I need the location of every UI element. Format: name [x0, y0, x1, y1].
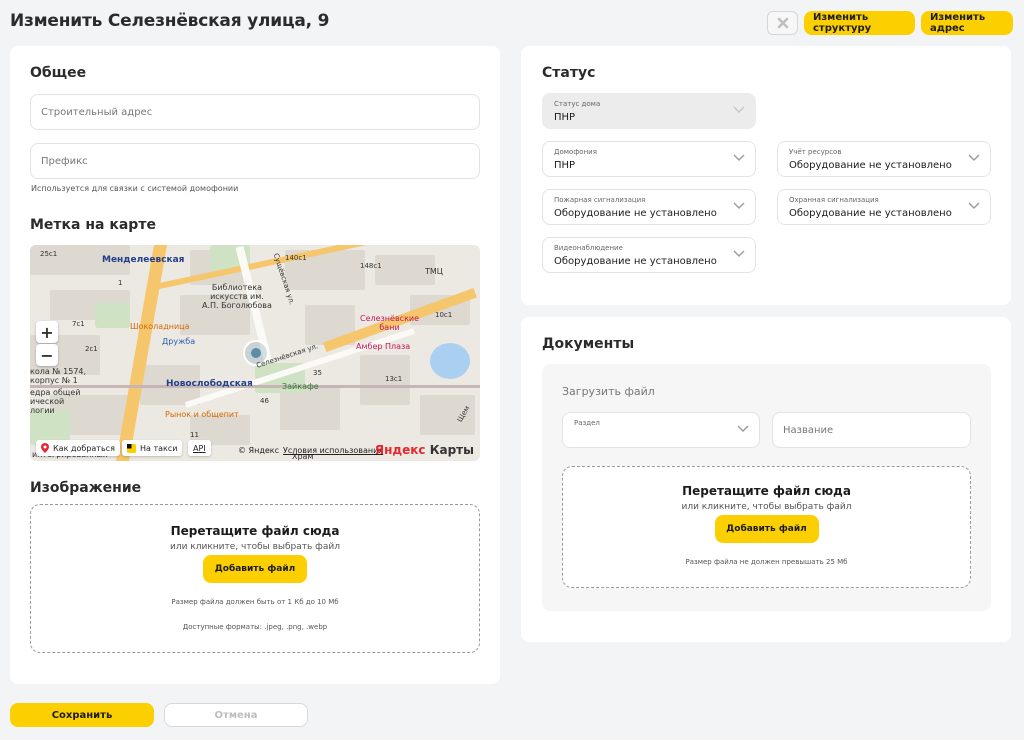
documents-title: Документы — [542, 336, 635, 352]
image-add-file-button[interactable]: Добавить файл — [203, 555, 307, 583]
map-label-148c1: 148с1 — [360, 262, 382, 270]
map-label-25c1: 25с1 — [40, 250, 58, 258]
map-label-mendeleevskaya: Менделеевская — [102, 255, 185, 265]
building-address-input[interactable]: Строительный адрес — [30, 94, 480, 130]
image-title: Изображение — [30, 480, 142, 496]
image-size-note: Размер файла должен быть от 1 Кб до 10 М… — [171, 598, 339, 606]
map-label-1: 1 — [118, 279, 123, 287]
house-status-value: ПНР — [554, 112, 576, 123]
close-button[interactable] — [767, 11, 798, 35]
map-widget[interactable]: Менделеевская Новослободская Библиотека … — [30, 245, 480, 461]
security-alarm-label: Охранная сигнализация — [789, 196, 879, 204]
copyright-text: © Яндекс — [238, 446, 280, 455]
document-drop-title: Перетащите файл сюда — [682, 484, 851, 498]
yandex-maps-logo: Яндекс Карты — [375, 443, 474, 457]
map-label-140c1: 140с1 — [285, 254, 307, 262]
map-label-shokoladnitsa: Шоколадница — [130, 322, 190, 331]
close-x-icon — [777, 17, 788, 29]
intercom-value: ПНР — [554, 160, 576, 171]
save-button[interactable]: Сохранить — [10, 703, 154, 727]
cancel-button[interactable]: Отмена — [164, 703, 308, 727]
security-alarm-value: Оборудование не установлено — [789, 208, 952, 219]
video-label: Видеонаблюдение — [554, 244, 623, 252]
route-button-label: Как добраться — [53, 443, 115, 453]
taxi-button[interactable]: На такси — [122, 440, 183, 456]
taxi-icon — [127, 443, 136, 453]
document-name-input[interactable]: Название — [772, 412, 971, 448]
chevron-down-icon — [733, 154, 745, 161]
change-structure-button[interactable]: Изменить структуру — [804, 11, 915, 35]
page-title: Изменить Селезнёвская улица, 9 — [10, 11, 330, 31]
map-label-7c1: 7с1 — [72, 320, 85, 328]
fire-alarm-value: Оборудование не установлено — [554, 208, 717, 219]
zoom-out-button[interactable]: − — [36, 344, 58, 366]
resource-accounting-label: Учёт ресурсов — [789, 148, 842, 156]
map-label-tmc: ТМЦ — [425, 267, 443, 276]
chevron-down-icon — [733, 202, 745, 209]
prefix-input[interactable]: Префикс — [30, 143, 480, 179]
intercom-select[interactable]: Домофония ПНР — [542, 141, 756, 177]
map-label-zaycafe: Зайкафе — [282, 382, 319, 391]
upload-title: Загрузить файл — [562, 385, 655, 398]
chevron-down-icon — [968, 202, 980, 209]
brand-maps: Карты — [429, 443, 474, 457]
map-label-rynok: Рынок и общепит — [165, 410, 239, 419]
chevron-down-icon — [968, 154, 980, 161]
general-title: Общее — [30, 65, 87, 81]
document-section-select[interactable]: Раздел — [562, 412, 760, 448]
map-label-13c1: 13с1 — [385, 375, 403, 383]
prefix-hint: Используется для связки с системой домоф… — [31, 184, 239, 193]
video-select[interactable]: Видеонаблюдение Оборудование не установл… — [542, 237, 756, 273]
map-pin-icon — [41, 443, 49, 453]
house-status-select: Статус дома ПНР — [542, 93, 756, 129]
resource-accounting-value: Оборудование не установлено — [789, 160, 952, 171]
map-label-10c1: 10с1 — [435, 311, 453, 319]
document-add-file-button[interactable]: Добавить файл — [714, 515, 819, 543]
taxi-button-label: На такси — [140, 443, 178, 453]
intercom-label: Домофония — [554, 148, 597, 156]
fire-alarm-label: Пожарная сигнализация — [554, 196, 646, 204]
terms-link[interactable]: Условия использования — [283, 446, 383, 455]
change-address-button[interactable]: Изменить адрес — [921, 11, 1013, 35]
document-section-label: Раздел — [574, 419, 600, 427]
map-label-2c1: 2с1 — [85, 345, 98, 353]
brand-yandex: Яндекс — [374, 443, 426, 457]
map-label-35: 35 — [313, 369, 322, 377]
chevron-down-icon — [733, 106, 745, 113]
image-drop-subtitle: или кликните, чтобы выбрать файл — [169, 542, 340, 552]
map-label-school: кола № 1574, корпус № 1 — [30, 367, 87, 385]
video-value: Оборудование не установлено — [554, 256, 717, 267]
map-label-11: 11 — [190, 431, 199, 439]
route-button[interactable]: Как добраться — [36, 440, 120, 456]
document-size-note: Размер файла не должен превышать 25 Мб — [685, 558, 848, 566]
map-label-library: Библиотека искусств им. А.П. Боголюбова — [202, 283, 272, 310]
api-link[interactable]: API — [188, 440, 211, 456]
security-alarm-select[interactable]: Охранная сигнализация Оборудование не ус… — [777, 189, 991, 225]
map-copyright: © Яндекс Условия использования — [238, 446, 383, 455]
map-label-46: 46 — [260, 397, 269, 405]
house-status-label: Статус дома — [554, 100, 601, 108]
image-dropzone[interactable]: Перетащите файл сюда или кликните, чтобы… — [30, 504, 480, 653]
map-label-novoslobodskaya: Новослободская — [166, 379, 253, 389]
map-label-druzhba: Дружба — [162, 337, 196, 346]
map-title: Метка на карте — [30, 217, 156, 233]
map-label-amber-plaza: Амбер Плаза — [356, 342, 411, 351]
fire-alarm-select[interactable]: Пожарная сигнализация Оборудование не ус… — [542, 189, 756, 225]
document-drop-subtitle: или кликните, чтобы выбрать файл — [681, 502, 852, 512]
chevron-down-icon — [737, 425, 749, 432]
image-drop-title: Перетащите файл сюда — [170, 524, 340, 538]
top-actions: Изменить структуру Изменить адрес — [767, 11, 1013, 35]
resource-accounting-select[interactable]: Учёт ресурсов Оборудование не установлен… — [777, 141, 991, 177]
map-label-seleznevskie-bani: Селезнёвские бани — [360, 314, 420, 332]
status-title: Статус — [542, 65, 596, 81]
document-dropzone[interactable]: Перетащите файл сюда или кликните, чтобы… — [562, 466, 971, 588]
chevron-down-icon — [733, 250, 745, 257]
zoom-in-button[interactable]: + — [36, 321, 58, 343]
image-formats-note: Доступные форматы: .jpeg, .png, .webp — [182, 623, 328, 631]
map-label-edra: едра общей ической логии — [30, 388, 81, 415]
